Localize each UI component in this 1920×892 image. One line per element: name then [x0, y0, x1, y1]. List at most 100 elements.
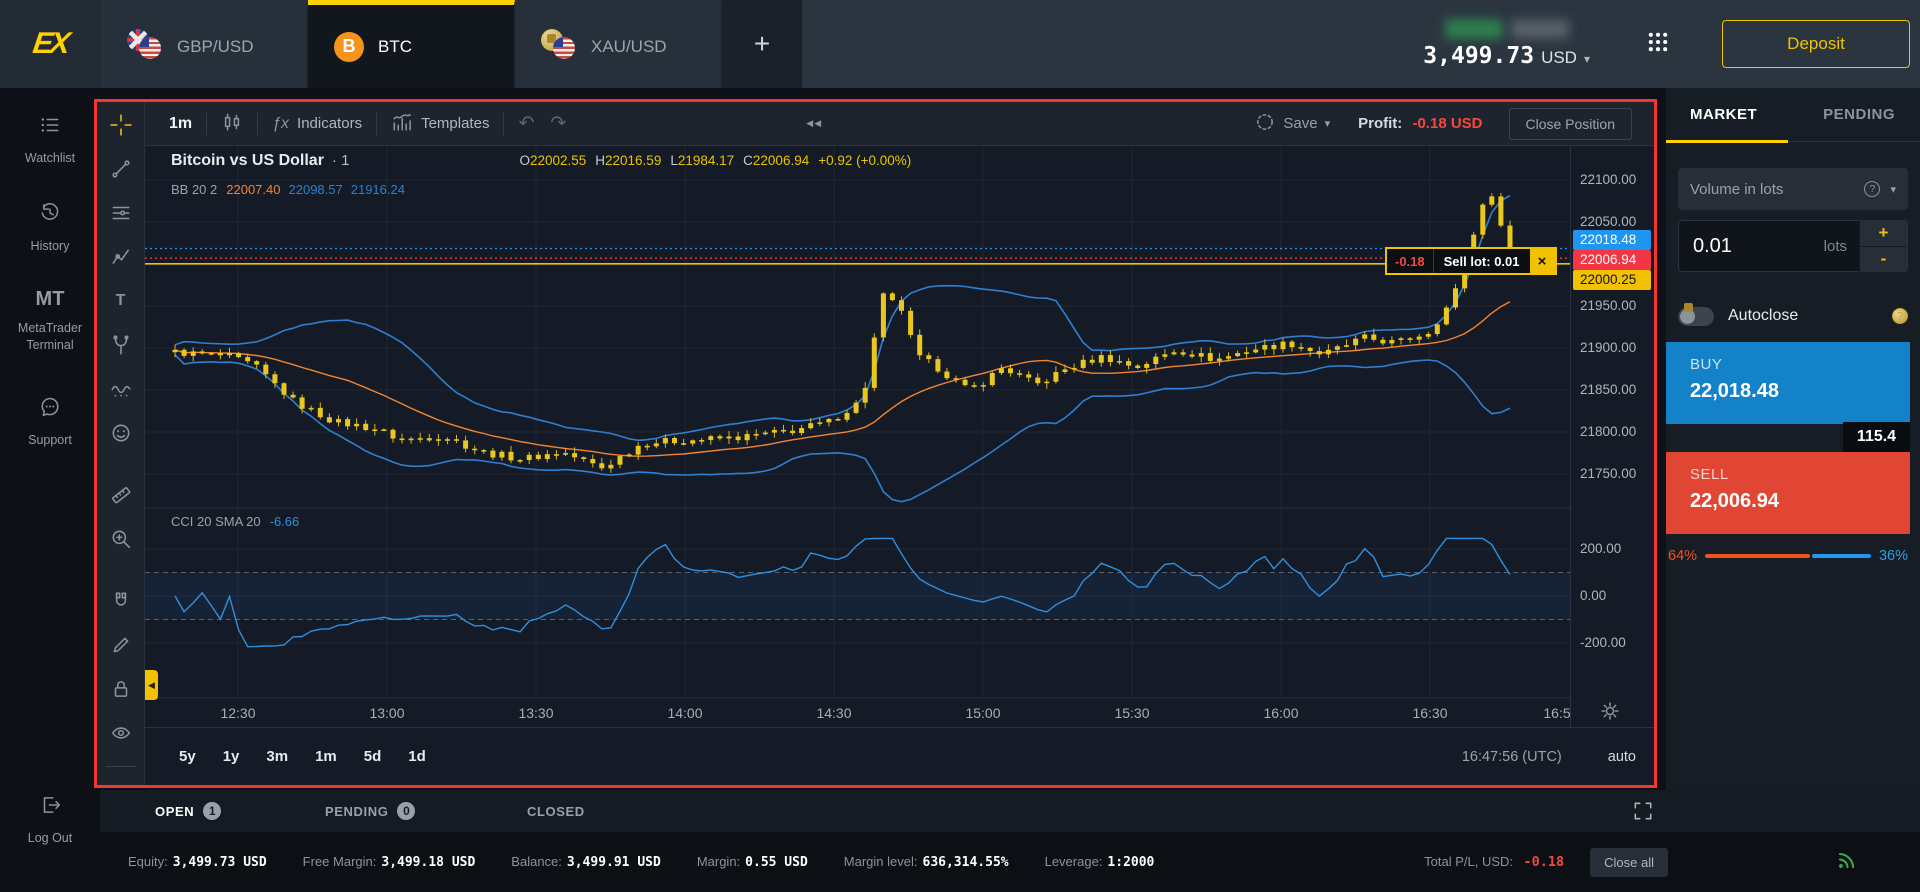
drawing-toolbar: T [97, 102, 145, 785]
mt-icon: MT [35, 288, 65, 310]
instrument-tab-xauusd[interactable]: XAU/USD [515, 0, 722, 88]
spread-badge: 115.4 [1843, 422, 1910, 452]
range-3m[interactable]: 3m [266, 748, 288, 765]
tab-pending[interactable]: PENDING [1823, 106, 1895, 123]
rewind-icon[interactable]: ◀◀ [806, 118, 822, 129]
draw-edit-icon[interactable] [106, 630, 136, 660]
gear-icon[interactable] [1599, 700, 1621, 727]
tab-label: XAU/USD [591, 36, 667, 56]
add-instrument-button[interactable]: + [722, 0, 802, 88]
undo-button[interactable]: ↶ [518, 112, 534, 135]
cci-tick: -200.00 [1580, 635, 1626, 650]
collapse-panel-arrow[interactable]: ◀ [145, 670, 158, 700]
footer-stat: Equity: 3,499.73 USD [128, 854, 267, 870]
zoom-in-icon[interactable] [106, 524, 136, 554]
sidebar-item-watchlist[interactable]: Watchlist [0, 114, 100, 167]
timeframe-button[interactable]: 1m [169, 115, 192, 133]
chevron-down-icon: ▾ [1324, 118, 1331, 130]
buy-button[interactable]: BUY 22,018.48 [1666, 342, 1910, 424]
lots-input[interactable]: 0.01 [1679, 235, 1824, 258]
hide-drawings-icon[interactable] [106, 718, 136, 748]
emoji-icon[interactable] [106, 418, 136, 448]
sidebar-item-support[interactable]: Support [0, 396, 100, 449]
sidebar-item-label: Support [28, 433, 72, 447]
symbol-title: Bitcoin vs US Dollar [171, 152, 324, 169]
range-5d[interactable]: 5d [364, 748, 382, 765]
templates-button[interactable]: Templates [391, 111, 489, 137]
ruler-icon[interactable] [106, 480, 136, 510]
close-all-button[interactable]: Close all [1590, 847, 1668, 877]
lock-icon[interactable] [106, 674, 136, 704]
positions-tab-label: OPEN [155, 803, 195, 819]
indicators-button[interactable]: ƒx Indicators [272, 115, 362, 133]
magnet-icon[interactable] [106, 586, 136, 616]
chart-plot-area[interactable]: 12:30 13:00 13:30 14:00 14:30 15:00 15:30 16:00… [145, 146, 1570, 727]
instrument-tab-btc[interactable]: B BTC [308, 0, 515, 88]
footer-right: Total P/L, USD: -0.18 Close all [1424, 847, 1920, 877]
sell-button[interactable]: SELL 22,006.94 [1666, 452, 1910, 534]
watchlist-icon [39, 114, 61, 141]
positions-tab-label: PENDING [325, 803, 389, 819]
trendline-icon[interactable] [106, 154, 136, 184]
polyline-icon[interactable] [106, 242, 136, 272]
pitchfork-icon[interactable] [106, 330, 136, 360]
toolbar-divider [503, 112, 505, 135]
bb-indicator-legend[interactable]: BB 20 2 22007.40 22098.57 21916.24 [171, 182, 413, 197]
volume-label: Volume in lots [1690, 180, 1784, 198]
sidebar-item-history[interactable]: History [0, 202, 100, 255]
instrument-tab-gbpusd[interactable]: GBP/USD [101, 0, 308, 88]
expand-icon[interactable] [1632, 800, 1654, 827]
range-1m[interactable]: 1m [315, 748, 337, 765]
account-balance-block[interactable]: 3,499.73 USD ▾ [1423, 19, 1590, 69]
range-1d[interactable]: 1d [408, 748, 426, 765]
positions-tab-open[interactable]: OPEN 1 [155, 802, 222, 820]
save-button[interactable]: Save ▾ [1254, 111, 1330, 137]
apps-grid-icon[interactable] [1646, 30, 1670, 59]
volume-type-select[interactable]: Volume in lots ? ▾ [1678, 168, 1908, 210]
scale-auto-toggle[interactable]: auto [1608, 749, 1636, 765]
chart-style-button[interactable] [221, 111, 243, 137]
sidebar-item-metatrader-terminal[interactable]: MT MetaTrader Terminal [0, 288, 100, 354]
buy-price: 22,018.48 [1690, 380, 1779, 402]
range-5y[interactable]: 5y [179, 748, 196, 765]
price-tick: 22100.00 [1580, 172, 1637, 187]
exness-logo[interactable]: EX [0, 0, 101, 88]
chevron-down-icon: ▾ [1890, 183, 1896, 196]
svg-text:14:30: 14:30 [816, 705, 851, 721]
tab-market[interactable]: MARKET [1690, 106, 1757, 123]
count-badge: 1 [203, 802, 222, 820]
close-icon[interactable]: × [1529, 249, 1555, 273]
trading-terminal: EX GBP/USD B BTC XAU/USD + 3,499.73 USD ▾ D… [0, 0, 1920, 892]
price-scale[interactable]: 22100.00 22050.00 21950.00 21900.00 21850.00… [1570, 146, 1654, 727]
positions-tab-pending[interactable]: PENDING 0 [325, 802, 416, 820]
history-icon [39, 202, 61, 229]
fx-icon: ƒx [272, 114, 290, 132]
candlestick-chart: 12:30 13:00 13:30 14:00 14:30 15:00 15:30 16:00… [145, 146, 1570, 721]
increase-lots-button[interactable]: + [1860, 220, 1907, 247]
range-1y[interactable]: 1y [223, 748, 240, 765]
cci-tick: 200.00 [1580, 541, 1622, 556]
decrease-lots-button[interactable]: - [1860, 246, 1907, 272]
sidebar-item-log-out[interactable]: Log Out [0, 794, 100, 847]
close-position-button[interactable]: Close Position [1508, 107, 1632, 140]
svg-text:15:00: 15:00 [965, 705, 1000, 721]
help-icon[interactable]: ? [1892, 308, 1908, 324]
save-label: Save [1283, 115, 1318, 132]
chart-legend: Bitcoin vs US Dollar · 1 O22002.55 H22016… [171, 152, 920, 170]
horizontal-lines-icon[interactable] [106, 198, 136, 228]
deposit-button[interactable]: Deposit [1722, 20, 1910, 68]
positions-tab-closed[interactable]: CLOSED [527, 804, 585, 819]
balance-line[interactable]: 3,499.73 USD ▾ [1423, 43, 1590, 69]
help-icon[interactable]: ? [1864, 181, 1881, 197]
price-tick: 21800.00 [1580, 424, 1637, 439]
balance-currency: USD [1541, 48, 1577, 67]
bb-label: BB 20 2 [171, 182, 218, 197]
wave-icon[interactable] [106, 374, 136, 404]
positions-tab-label: CLOSED [527, 803, 585, 819]
sentiment-meter [1705, 554, 1871, 558]
crosshair-icon[interactable] [106, 110, 136, 140]
cci-indicator-legend[interactable]: CCI 20 SMA 20 -6.66 [171, 514, 299, 529]
redo-button[interactable]: ↷ [550, 112, 566, 135]
order-price-badge: 22000.25 [1573, 270, 1651, 290]
text-tool-icon[interactable]: T [106, 286, 136, 316]
